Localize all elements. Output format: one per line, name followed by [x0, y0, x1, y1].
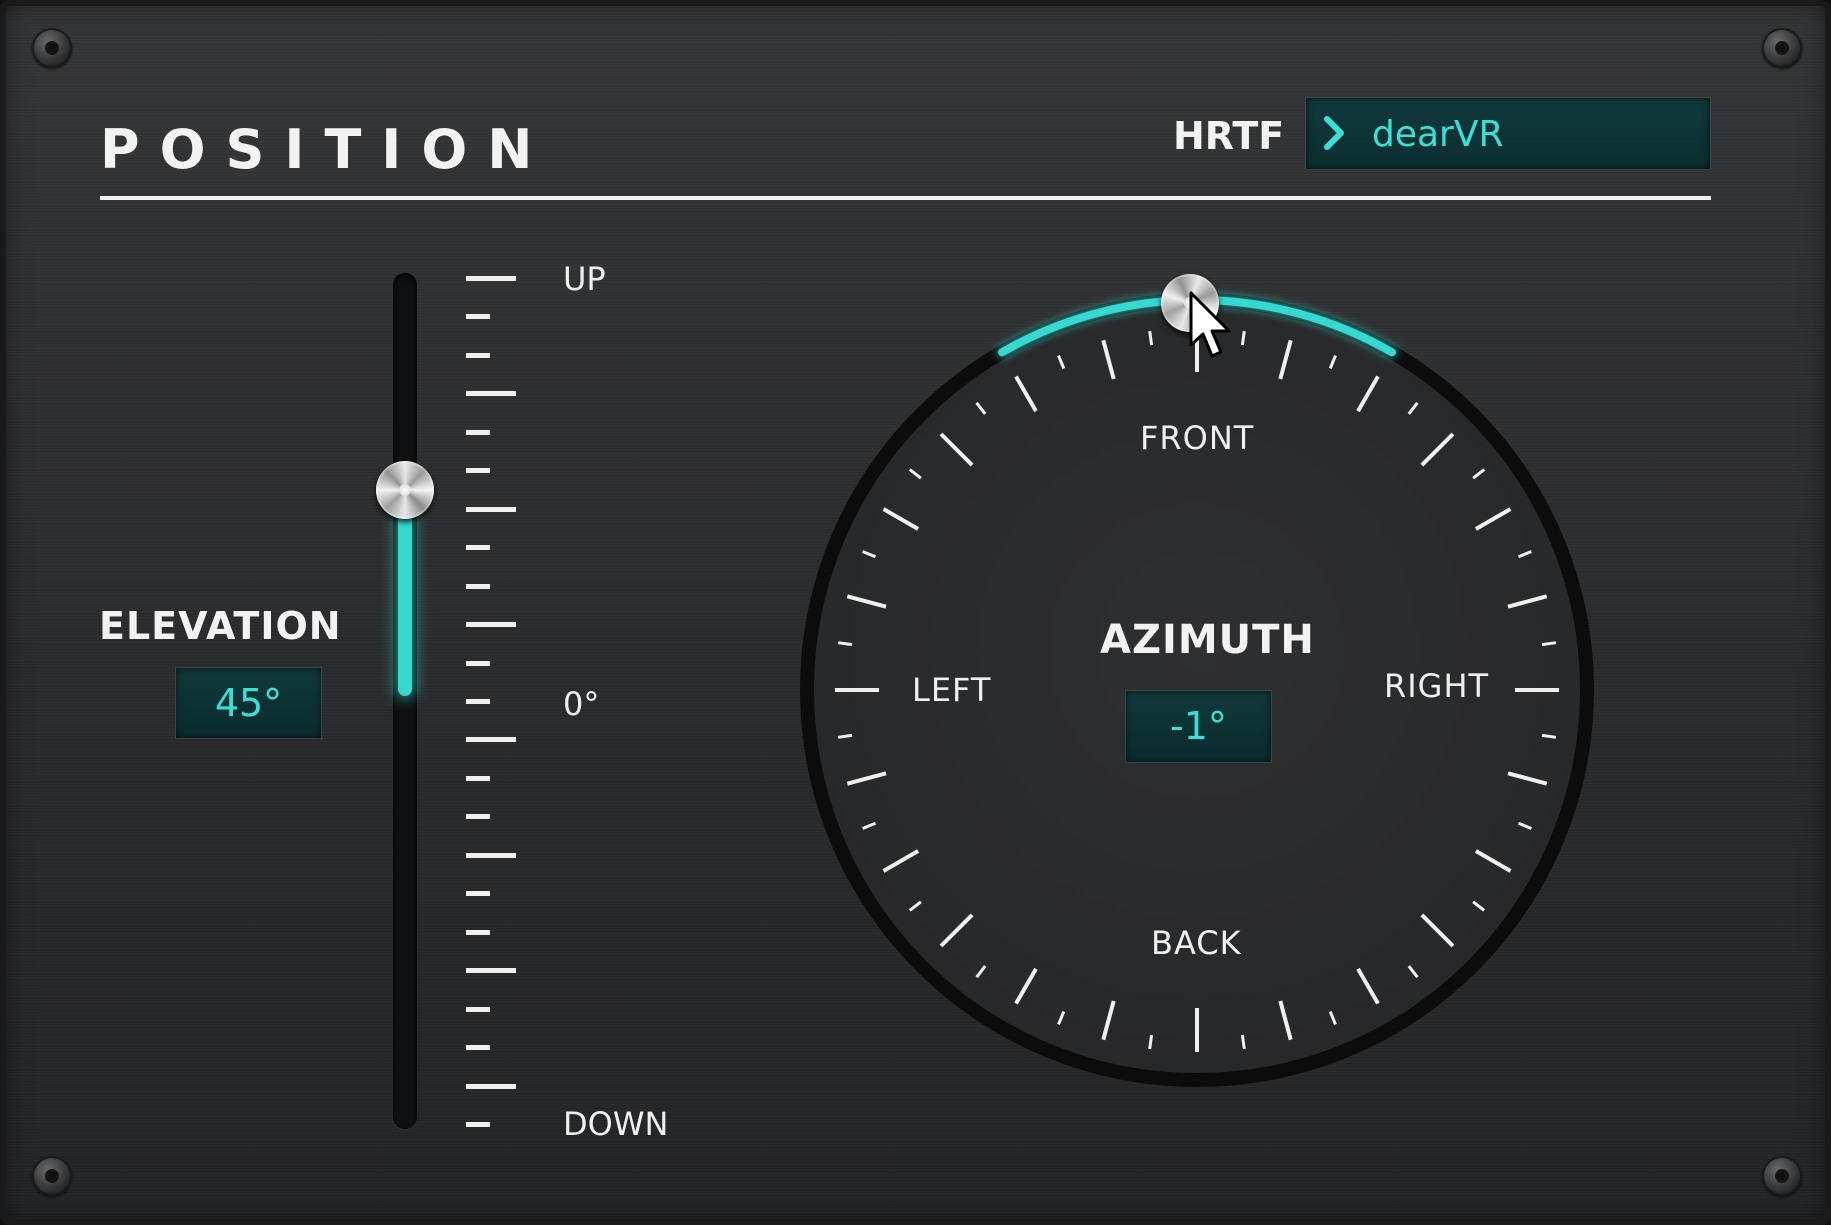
position-panel: POSITION HRTF dearVR ELEVATION 45° UP 0°…	[0, 0, 1831, 1225]
azimuth-dial-tick	[837, 733, 853, 739]
azimuth-dial[interactable]	[0, 0, 1831, 1225]
azimuth-label: AZIMUTH	[1100, 617, 1315, 663]
azimuth-dial-tick	[1148, 1034, 1154, 1050]
azimuth-dial-tick	[1541, 733, 1557, 739]
azimuth-dial-tick	[1148, 330, 1154, 346]
azimuth-value-field[interactable]: -1°	[1125, 690, 1272, 763]
azimuth-dial-tick	[1240, 1034, 1246, 1050]
direction-back-label: BACK	[1151, 924, 1242, 962]
mouse-pointer-icon	[1189, 291, 1231, 358]
azimuth-dial-tick	[1240, 330, 1246, 346]
direction-front-label: FRONT	[1140, 419, 1255, 457]
direction-left-label: LEFT	[912, 671, 992, 709]
azimuth-dial-tick	[837, 641, 853, 647]
azimuth-dial-tick	[1541, 641, 1557, 647]
direction-right-label: RIGHT	[1384, 667, 1490, 705]
